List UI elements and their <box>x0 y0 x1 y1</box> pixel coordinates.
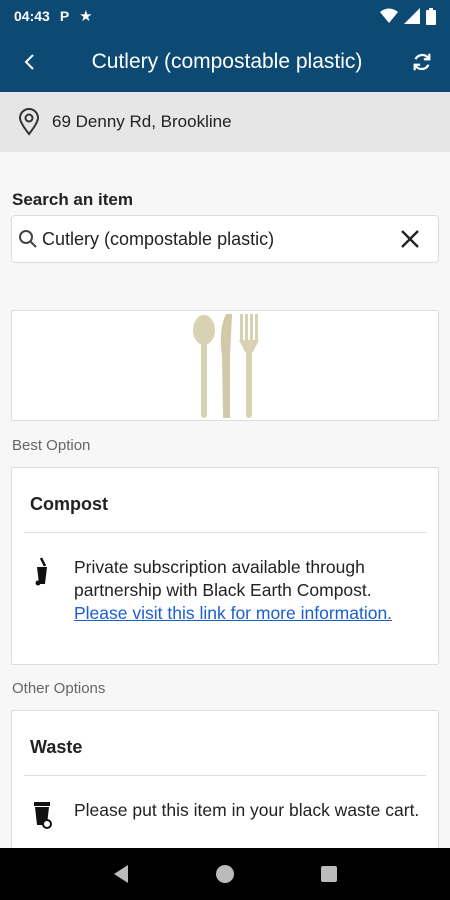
nav-home-icon[interactable] <box>214 863 236 885</box>
location-bar[interactable]: 69 Denny Rd, Brookline <box>0 92 450 152</box>
best-option-card: Compost Private subscription available t… <box>11 467 439 665</box>
status-time: 04:43 <box>14 8 50 24</box>
best-option-description-text: Private subscription available through p… <box>74 557 372 600</box>
other-options-label: Other Options <box>12 680 106 697</box>
clear-search-button[interactable] <box>382 215 438 263</box>
back-arrow-icon <box>24 54 34 70</box>
main-content: Search an item Best Option Compost <box>0 152 450 848</box>
waste-option-card: Waste Please put this item in your black… <box>11 710 439 848</box>
nav-recents-icon[interactable] <box>320 865 338 883</box>
refresh-button[interactable] <box>394 32 450 92</box>
best-option-label: Best Option <box>12 437 91 454</box>
more-info-link[interactable]: Please visit this link for more informat… <box>74 603 392 623</box>
system-nav-bar <box>0 848 450 900</box>
cutlery-image <box>193 313 259 418</box>
compost-bin-icon <box>32 556 52 591</box>
address-text: 69 Denny Rd, Brookline <box>52 112 232 131</box>
app-bar: Cutlery (compostable plastic) <box>0 32 450 92</box>
battery-icon <box>426 7 436 25</box>
wifi-icon <box>380 8 398 23</box>
waste-option-description: Please put this item in your black waste… <box>74 800 420 820</box>
divider <box>24 532 426 533</box>
page-title: Cutlery (compostable plastic) <box>91 50 363 73</box>
search-box[interactable] <box>11 215 439 263</box>
waste-cart-icon <box>32 799 54 834</box>
signal-icon <box>404 8 420 24</box>
star-notification-icon: ★ <box>79 8 93 25</box>
nav-back-icon[interactable] <box>112 864 130 884</box>
waste-option-title: Waste <box>30 737 83 757</box>
item-image-card <box>11 310 439 421</box>
best-option-title: Compost <box>30 494 108 514</box>
parking-notification-icon: P <box>59 8 70 24</box>
search-icon <box>18 229 38 249</box>
close-icon <box>401 230 419 248</box>
search-input[interactable] <box>42 228 382 250</box>
location-pin-icon <box>18 108 40 136</box>
back-button[interactable] <box>0 32 60 92</box>
status-bar: 04:43 P ★ <box>0 0 450 32</box>
refresh-icon <box>413 53 431 71</box>
divider <box>24 775 426 776</box>
search-label: Search an item <box>12 190 133 209</box>
best-option-description: Private subscription available through p… <box>74 556 424 625</box>
